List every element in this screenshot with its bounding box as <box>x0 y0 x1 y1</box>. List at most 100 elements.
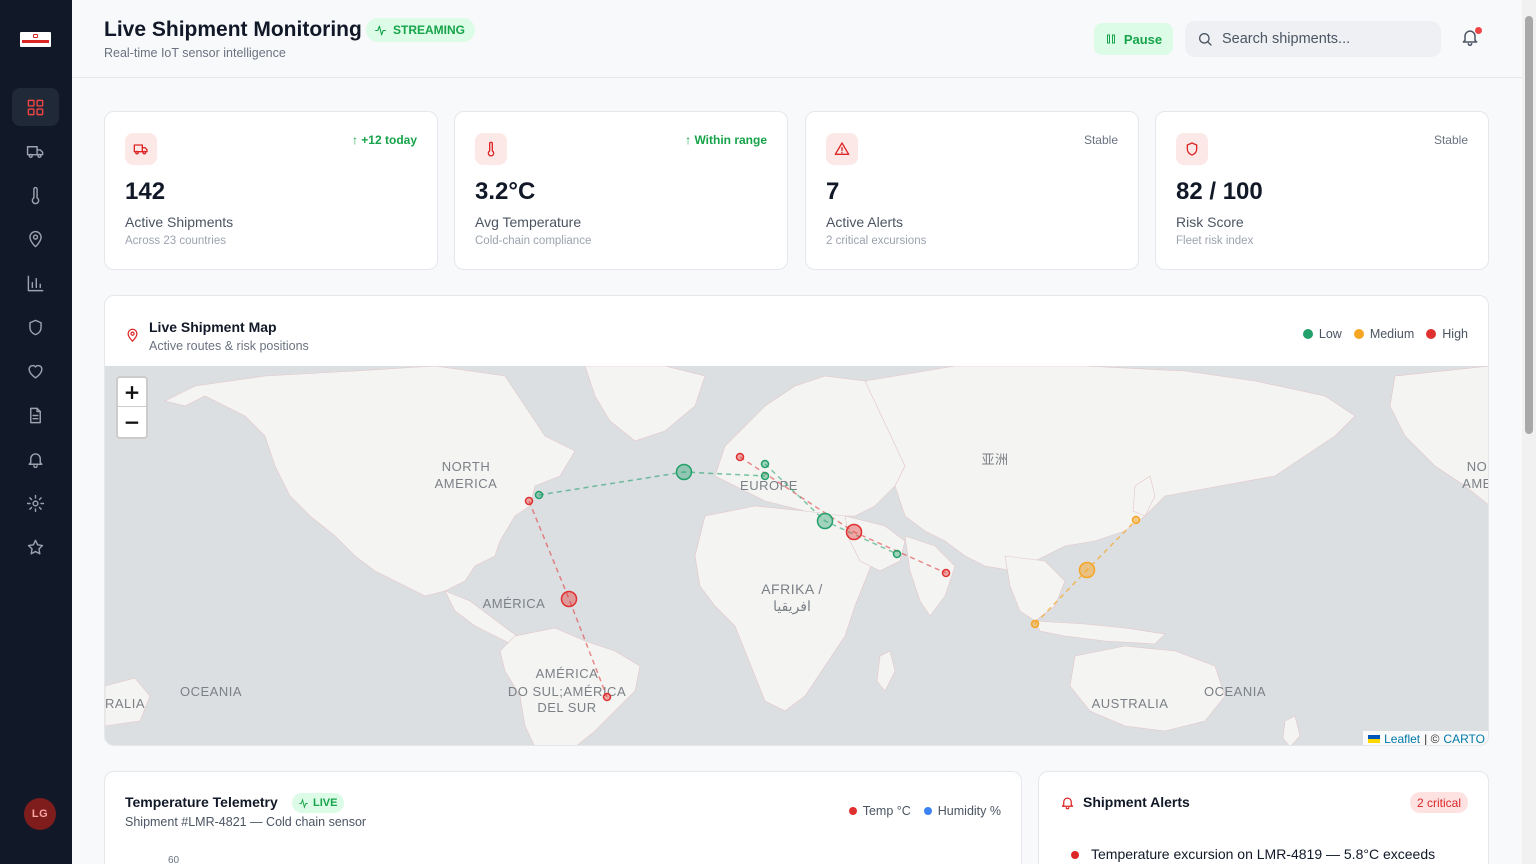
region-label-north-america: AMERICA <box>435 476 498 491</box>
region-label-south-america: DEL SUR <box>537 700 596 715</box>
shipment-marker <box>845 523 863 541</box>
region-label-europe: EUROPE <box>740 478 798 493</box>
temperature-telemetry-card: Temperature Telemetry LIVE Shipment #LMR… <box>104 771 1022 864</box>
legend-swatch <box>1426 329 1437 339</box>
telemetry-legend: Temp °C Humidity % <box>848 804 1001 818</box>
search-input[interactable] <box>1222 31 1422 47</box>
streaming-badge: STREAMING <box>366 18 475 42</box>
sidebar-item-analytics[interactable] <box>12 264 59 302</box>
region-label-oceania-right: OCEANIA <box>1204 684 1266 699</box>
notifications-button[interactable] <box>1460 27 1482 51</box>
stat-icon-wrap <box>475 133 507 165</box>
map-title: Live Shipment Map <box>149 319 277 335</box>
stat-subtext: Across 23 countries <box>125 235 226 247</box>
shipment-marker <box>534 490 544 500</box>
shield-icon <box>29 319 42 335</box>
bar-chart-icon <box>27 275 44 291</box>
activity-icon <box>375 25 386 35</box>
region-label-america: AMÉRICA <box>483 596 546 611</box>
telemetry-subtitle: Shipment #LMR-4821 — Cold chain sensor <box>125 815 367 829</box>
stat-card-risk-score: Stable 82 / 100 Risk Score Fleet risk in… <box>1155 111 1489 270</box>
alert-triangle-icon <box>834 142 850 155</box>
legend-item-high: High <box>1426 327 1468 341</box>
sidebar-item-dashboard[interactable] <box>12 88 59 126</box>
page-scrollbar[interactable] <box>1522 0 1536 864</box>
zoom-in-button[interactable]: + <box>118 378 146 407</box>
sidebar-item-health[interactable] <box>12 352 59 390</box>
legend-label: Low <box>1318 327 1342 341</box>
stat-subtext: Cold-chain compliance <box>475 235 592 247</box>
stat-trend: ↑ +12 today <box>351 133 417 147</box>
user-avatar[interactable]: LG <box>24 798 56 830</box>
stat-trend: Stable <box>1433 133 1468 147</box>
stat-label: Avg Temperature <box>475 214 582 230</box>
sidebar-item-temperature[interactable] <box>12 176 59 214</box>
shipment-marker <box>892 549 902 559</box>
truck-icon <box>26 145 44 158</box>
carto-link[interactable]: CARTO <box>1443 732 1485 745</box>
ukraine-flag-icon <box>1368 735 1381 743</box>
sidebar-item-locations[interactable] <box>12 220 59 258</box>
shipment-marker <box>675 463 693 481</box>
map-canvas[interactable]: NORTH AMERICA EUROPE 亚洲 NO AME AFRIKA / … <box>105 366 1489 746</box>
legend-label: Medium <box>1369 327 1415 341</box>
y-axis-tick: 60 <box>168 855 180 864</box>
stat-card-active-alerts: Stable 7 Active Alerts 2 critical excurs… <box>805 111 1139 270</box>
sidebar-item-notifications[interactable] <box>12 440 59 478</box>
shipment-marker <box>602 692 612 702</box>
live-badge: LIVE <box>292 793 345 813</box>
bell-icon <box>1060 795 1075 815</box>
legend-item-medium: Medium <box>1353 327 1415 341</box>
stat-card-avg-temperature: ↑ Within range 3.2°C Avg Temperature Col… <box>454 111 788 270</box>
stat-value: 3.2°C <box>475 178 536 205</box>
stat-card-active-shipments: ↑ +12 today 142 Active Shipments Across … <box>104 111 438 270</box>
map-attribution: Leaflet | © CARTO <box>1363 731 1488 746</box>
thermometer-icon <box>487 141 495 157</box>
region-label-australia-left: RALIA <box>105 696 145 711</box>
alert-severity-dot <box>1071 851 1079 859</box>
sidebar-item-settings[interactable] <box>12 484 59 522</box>
page-title: Live Shipment Monitoring <box>104 18 362 41</box>
stat-value: 142 <box>125 178 166 205</box>
company-logo[interactable] <box>20 32 51 47</box>
stat-trend: Stable <box>1083 133 1118 147</box>
sidebar: LG <box>0 0 72 864</box>
thermometer-icon <box>31 186 40 204</box>
live-badge-label: LIVE <box>313 797 338 809</box>
attribution-separator: | © <box>1424 732 1440 746</box>
legend-swatch <box>848 807 857 815</box>
alerts-title: Shipment Alerts <box>1083 794 1190 810</box>
pause-button-label: Pause <box>1123 31 1163 47</box>
region-label-north-america: NORTH <box>442 459 490 474</box>
search-box[interactable] <box>1185 21 1441 57</box>
sidebar-item-favorites[interactable] <box>12 528 59 566</box>
scrollbar-thumb[interactable] <box>1525 16 1533 434</box>
star-icon <box>27 539 44 554</box>
page-header: Live Shipment Monitoring STREAMING Real-… <box>72 0 1522 78</box>
page-subtitle: Real-time IoT sensor intelligence <box>104 46 286 60</box>
shipment-alerts-card: Shipment Alerts 2 critical Temperature e… <box>1038 771 1489 864</box>
logo-mark <box>33 34 38 38</box>
stat-label: Risk Score <box>1176 214 1244 230</box>
truck-icon <box>133 144 148 155</box>
stat-value: 7 <box>826 178 840 205</box>
sidebar-item-reports[interactable] <box>12 396 59 434</box>
shipment-marker <box>760 459 770 469</box>
sidebar-item-shipments[interactable] <box>12 132 59 170</box>
alert-item[interactable]: Temperature excursion on LMR-4819 — 5.8°… <box>1091 846 1435 862</box>
shipment-marker <box>560 590 578 608</box>
zoom-out-button[interactable]: − <box>118 407 146 436</box>
region-label-south-america: AMÉRICA <box>536 666 599 681</box>
notification-dot <box>1475 27 1482 34</box>
legend-item-low: Low <box>1302 327 1342 341</box>
world-map[interactable]: NORTH AMERICA EUROPE 亚洲 NO AME AFRIKA / … <box>105 366 1489 746</box>
sidebar-item-security[interactable] <box>12 308 59 346</box>
shield-icon <box>1186 142 1198 156</box>
legend-swatch <box>1353 329 1364 339</box>
grid-icon <box>27 99 44 115</box>
leaflet-link[interactable]: Leaflet <box>1384 732 1420 745</box>
stat-subtext: 2 critical excursions <box>826 235 927 247</box>
shipment-marker <box>760 471 770 481</box>
logo-wordmark <box>22 40 49 43</box>
pause-button[interactable]: Pause <box>1094 23 1173 55</box>
